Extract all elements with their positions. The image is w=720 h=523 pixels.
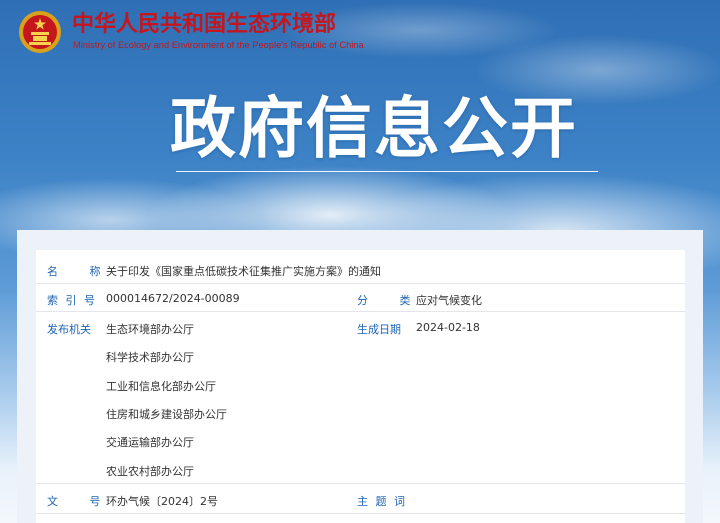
index-number: 000014672/2024-00089 (106, 292, 240, 305)
row-issuer (36, 312, 685, 484)
document-name: 关于印发《国家重点低碳技术征集推广实施方案》的通知 (106, 265, 381, 278)
page-title: 政府信息公开 (170, 90, 578, 167)
issuer-item: 交通运输部办公厅 (106, 436, 194, 449)
category-value: 应对气候变化 (416, 294, 482, 307)
index-label: 索 引 号 (47, 294, 97, 307)
issuer-item: 工业和信息化部办公厅 (106, 380, 216, 393)
issuer-item: 农业农村部办公厅 (106, 465, 194, 478)
ministry-name-en[interactable]: Ministry of Ecology and Environment of t… (73, 40, 364, 50)
issuer-item: 科学技术部办公厅 (106, 351, 194, 364)
keywords-label: 主 题 词 (357, 495, 407, 508)
issuer-item: 生态环境部办公厅 (106, 323, 194, 336)
date-label: 生成日期 (357, 323, 401, 336)
title-underline (176, 171, 598, 172)
national-emblem-icon[interactable] (18, 10, 62, 54)
doc-no-label: 文 号 (47, 495, 115, 508)
issuer-label: 发布机关 (47, 323, 91, 336)
date-value: 2024-02-18 (416, 321, 480, 334)
ministry-name-cn[interactable]: 中华人民共和国生态环境部 (72, 12, 336, 38)
doc-no-value: 环办气候〔2024〕2号 (106, 495, 218, 508)
name-label: 名 称 (47, 265, 115, 278)
issuer-item: 住房和城乡建设部办公厅 (106, 408, 227, 421)
category-label: 分 类 (357, 294, 425, 307)
